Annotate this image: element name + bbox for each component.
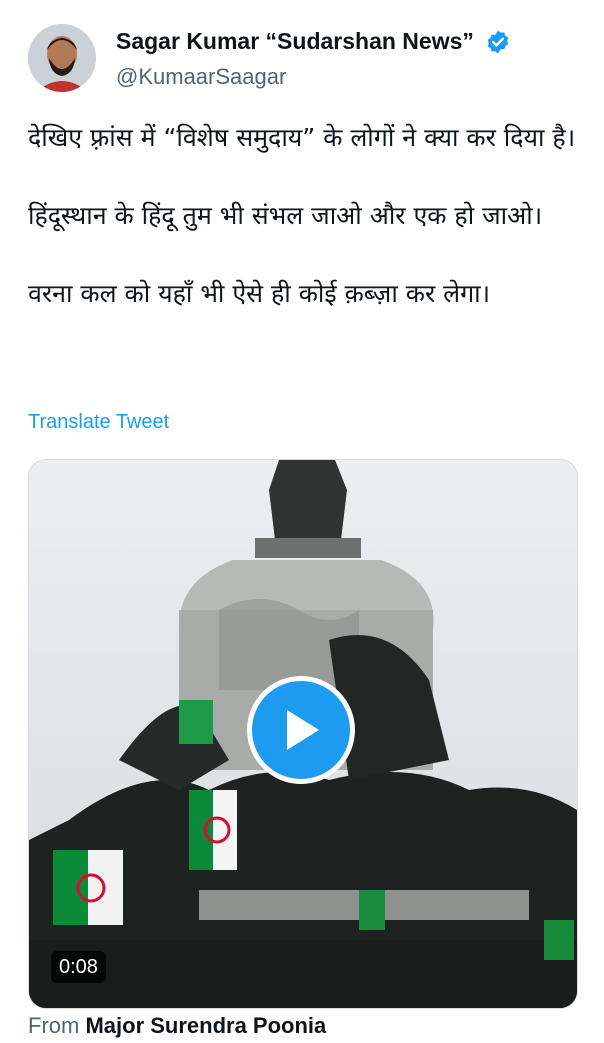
user-handle[interactable]: @KumaarSaagar (116, 64, 286, 90)
user-avatar-icon (28, 24, 96, 92)
tweet-paragraph: हिंदूस्थान के हिंदू तुम भी संभल जाओ और ए… (28, 201, 543, 230)
video-player[interactable]: 0:08 (28, 459, 578, 1009)
play-icon (287, 710, 319, 750)
flag-shape (189, 790, 237, 870)
verified-badge-icon (487, 30, 509, 53)
play-button[interactable] (247, 676, 355, 784)
tweet-header: Sagar Kumar “Sudarshan News” @KumaarSaag… (28, 24, 588, 96)
from-account-name[interactable]: Major Surendra Poonia (85, 1013, 326, 1038)
display-name[interactable]: Sagar Kumar “Sudarshan News” (116, 28, 474, 55)
video-attribution: From Major Surendra Poonia (28, 1013, 326, 1043)
from-prefix: From (28, 1013, 80, 1038)
translate-tweet-link[interactable]: Translate Tweet (28, 411, 169, 434)
tweet-text: देखिए फ़्रांस में “विशेष समुदाय” के लोगो… (28, 118, 578, 314)
video-duration-badge: 0:08 (51, 951, 106, 983)
tweet-paragraph: देखिए फ़्रांस में “विशेष समुदाय” के लोगो… (28, 123, 576, 152)
avatar[interactable] (28, 24, 96, 92)
tweet-paragraph: वरना कल को यहाँ भी ऐसे ही कोई क़ब्ज़ा कर… (28, 279, 491, 308)
